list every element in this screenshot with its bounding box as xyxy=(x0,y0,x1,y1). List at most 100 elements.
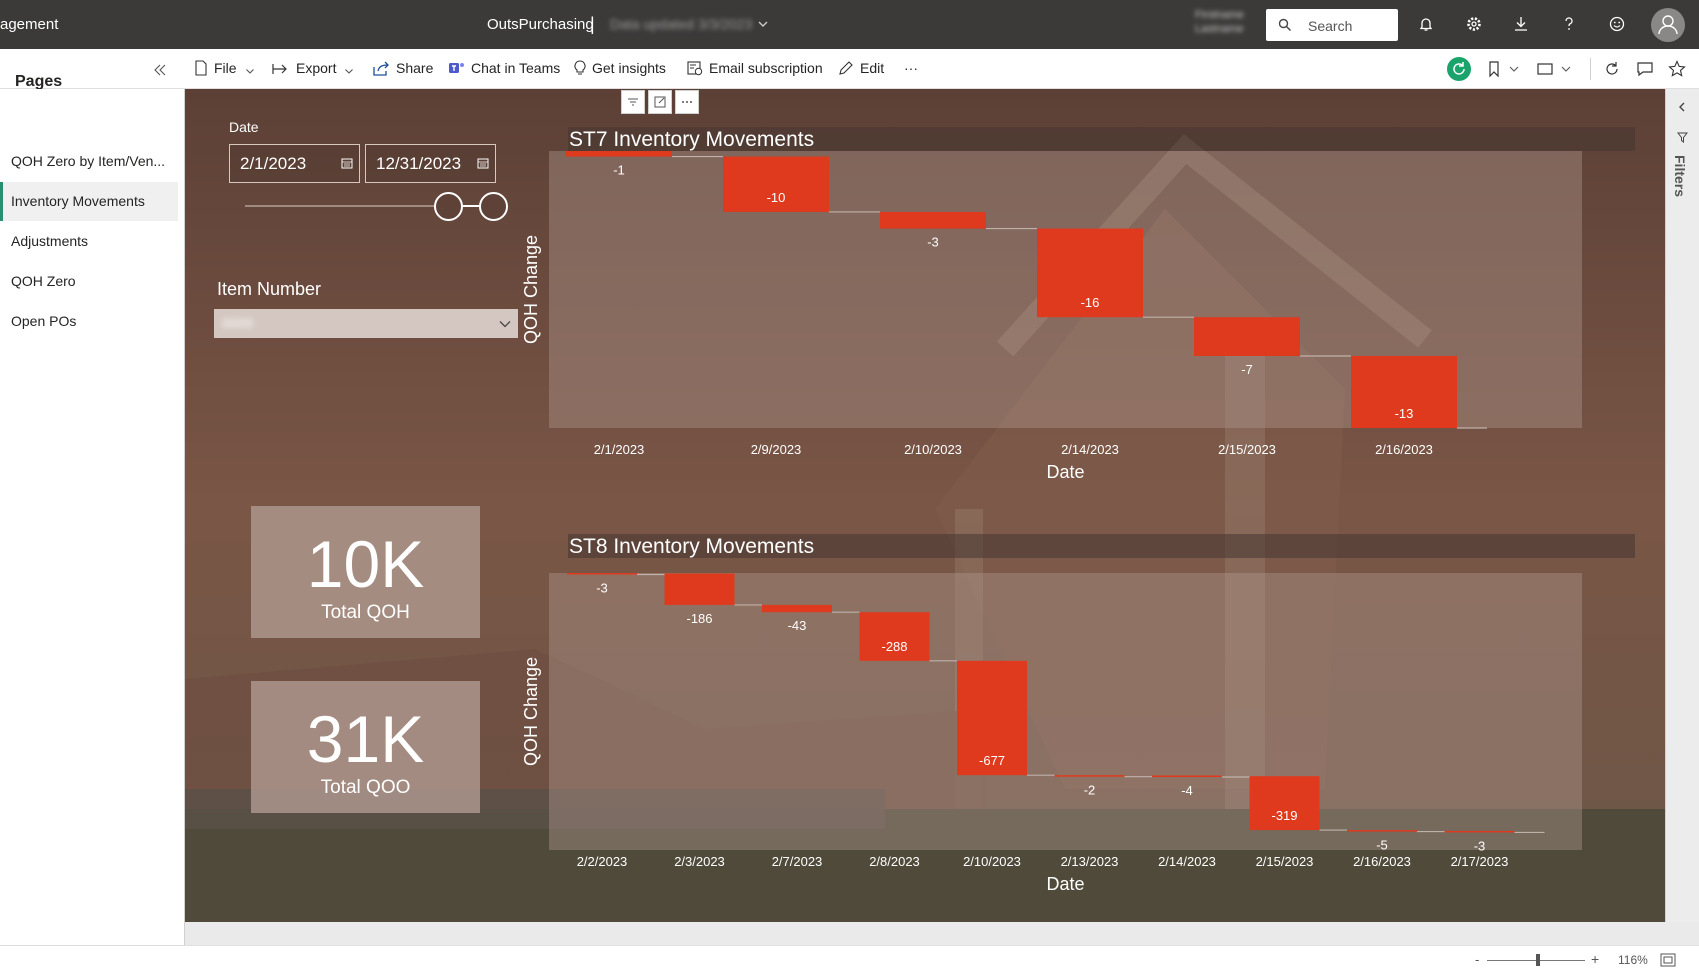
bookmark-icon[interactable] xyxy=(1485,60,1503,78)
data-label: -43 xyxy=(788,618,807,633)
bell-icon[interactable] xyxy=(1417,15,1435,33)
collapse-icon[interactable] xyxy=(152,62,168,78)
pencil-icon xyxy=(839,61,853,75)
chevron-down-icon[interactable] xyxy=(1508,60,1520,78)
chevron-down-icon[interactable] xyxy=(757,18,769,30)
data-label: -288 xyxy=(881,639,907,654)
gear-icon[interactable] xyxy=(1465,15,1483,33)
zoom-level: 116% xyxy=(1618,953,1648,967)
comment-icon[interactable] xyxy=(1636,60,1654,78)
bar[interactable] xyxy=(1194,317,1300,356)
command-bar: File Export Share Chat in Teams Get insi… xyxy=(0,49,1699,89)
chat-in-teams-button[interactable]: Chat in Teams xyxy=(448,60,560,78)
sidebar-item-inventory-movements[interactable]: Inventory Movements xyxy=(0,182,178,221)
y-axis-title: QOH Change xyxy=(521,235,541,344)
x-axis-title: Date xyxy=(1046,874,1084,894)
edit-label: Edit xyxy=(860,60,885,76)
data-label: -677 xyxy=(979,753,1005,768)
x-tick-label: 2/13/2023 xyxy=(1061,854,1119,869)
chevron-down-icon[interactable] xyxy=(1560,60,1572,78)
export-icon xyxy=(272,64,287,74)
divider xyxy=(1590,58,1591,80)
data-updated-text: Data updated 3/3/2023 xyxy=(610,16,753,32)
get-insights-button[interactable]: Get insights xyxy=(574,60,666,78)
share-label: Share xyxy=(396,60,434,76)
download-icon[interactable] xyxy=(1512,15,1530,33)
share-icon xyxy=(373,61,389,76)
file-icon xyxy=(195,60,207,76)
search-input[interactable]: Search xyxy=(1308,18,1352,34)
chat-in-teams-label: Chat in Teams xyxy=(471,60,561,76)
data-label: -16 xyxy=(1081,295,1100,310)
teams-icon xyxy=(449,63,464,73)
x-tick-label: 2/10/2023 xyxy=(904,442,962,457)
data-label: -186 xyxy=(686,611,712,626)
x-tick-label: 2/16/2023 xyxy=(1375,442,1433,457)
bar[interactable] xyxy=(762,604,832,613)
chevron-left-icon[interactable] xyxy=(1676,101,1688,113)
smiley-icon[interactable] xyxy=(1608,15,1626,33)
bar[interactable] xyxy=(880,211,986,229)
chevron-down-icon xyxy=(245,69,254,74)
lightbulb-icon xyxy=(574,60,586,75)
data-label: -319 xyxy=(1271,808,1297,823)
file-label: File xyxy=(214,60,237,76)
bar[interactable] xyxy=(567,573,637,575)
sync-icon xyxy=(1453,62,1465,75)
export-menu[interactable]: Export xyxy=(272,60,354,78)
sidebar-item-adjustments[interactable]: Adjustments xyxy=(0,222,178,261)
view-icon[interactable] xyxy=(1536,60,1554,78)
data-label: -4 xyxy=(1181,783,1193,798)
data-label: -10 xyxy=(767,190,786,205)
status-bar: - + 116% xyxy=(0,945,1699,973)
filters-pane-collapsed[interactable] xyxy=(1665,89,1699,922)
bar[interactable] xyxy=(1054,775,1125,777)
data-label: -5 xyxy=(1376,838,1388,853)
bar[interactable] xyxy=(664,573,735,605)
user-icon xyxy=(1658,15,1678,35)
email-subscription-icon xyxy=(687,61,703,76)
user-name: Firstname Lastname xyxy=(1195,9,1244,35)
data-label: -1 xyxy=(613,163,625,178)
x-tick-label: 2/2/2023 xyxy=(577,854,628,869)
sidebar-item-qoh-zero[interactable]: QOH Zero xyxy=(0,262,178,301)
zoom-slider-thumb[interactable] xyxy=(1536,954,1540,966)
x-tick-label: 2/7/2023 xyxy=(772,854,823,869)
x-tick-label: 2/17/2023 xyxy=(1451,854,1509,869)
x-tick-label: 2/1/2023 xyxy=(594,442,645,457)
data-label: -3 xyxy=(596,581,608,596)
zoom-out-button[interactable]: - xyxy=(1475,952,1479,967)
x-tick-label: 2/16/2023 xyxy=(1353,854,1411,869)
y-axis-title: QOH Change xyxy=(521,657,541,766)
search-box[interactable]: Search xyxy=(1266,9,1398,41)
refresh-status-badge[interactable] xyxy=(1447,57,1471,81)
sidebar-item-qoh-zero-by-item-ven[interactable]: QOH Zero by Item/Ven... xyxy=(0,142,178,181)
email-subscription-button[interactable]: Email subscription xyxy=(687,60,823,78)
data-label: -3 xyxy=(1474,838,1486,853)
x-tick-label: 2/8/2023 xyxy=(869,854,920,869)
avatar[interactable] xyxy=(1651,8,1685,42)
help-icon[interactable] xyxy=(1560,15,1578,33)
bar[interactable] xyxy=(566,151,672,157)
top-bar: agement OutsPurchasing | Data updated 3/… xyxy=(0,0,1699,49)
chevron-down-icon xyxy=(345,69,354,74)
x-tick-label: 2/14/2023 xyxy=(1061,442,1119,457)
more-options-button[interactable]: ··· xyxy=(904,60,918,78)
star-icon[interactable] xyxy=(1668,60,1686,78)
waterfall-charts[interactable]: -1 2/1/2023 -10 2/9/2023 -3 2/10/2023 -16 2/14/… xyxy=(185,89,1665,922)
file-menu[interactable]: File xyxy=(194,60,255,78)
bar[interactable] xyxy=(1152,775,1222,778)
filters-label[interactable]: Filters xyxy=(1672,155,1688,197)
fit-to-page-icon[interactable] xyxy=(1660,953,1676,967)
bar[interactable] xyxy=(1444,830,1515,833)
share-button[interactable]: Share xyxy=(373,60,433,78)
refresh-icon[interactable] xyxy=(1603,60,1621,78)
bar[interactable] xyxy=(1347,830,1417,832)
app-title[interactable]: agement xyxy=(0,16,58,33)
data-label: -2 xyxy=(1084,783,1096,798)
report-canvas: Date 2/1/2023 12/31/2023 Item Number 000… xyxy=(185,89,1665,922)
zoom-in-button[interactable]: + xyxy=(1591,951,1599,967)
filter-icon xyxy=(1677,132,1688,143)
edit-button[interactable]: Edit xyxy=(838,60,884,78)
sidebar-item-open-pos[interactable]: Open POs xyxy=(0,302,178,341)
